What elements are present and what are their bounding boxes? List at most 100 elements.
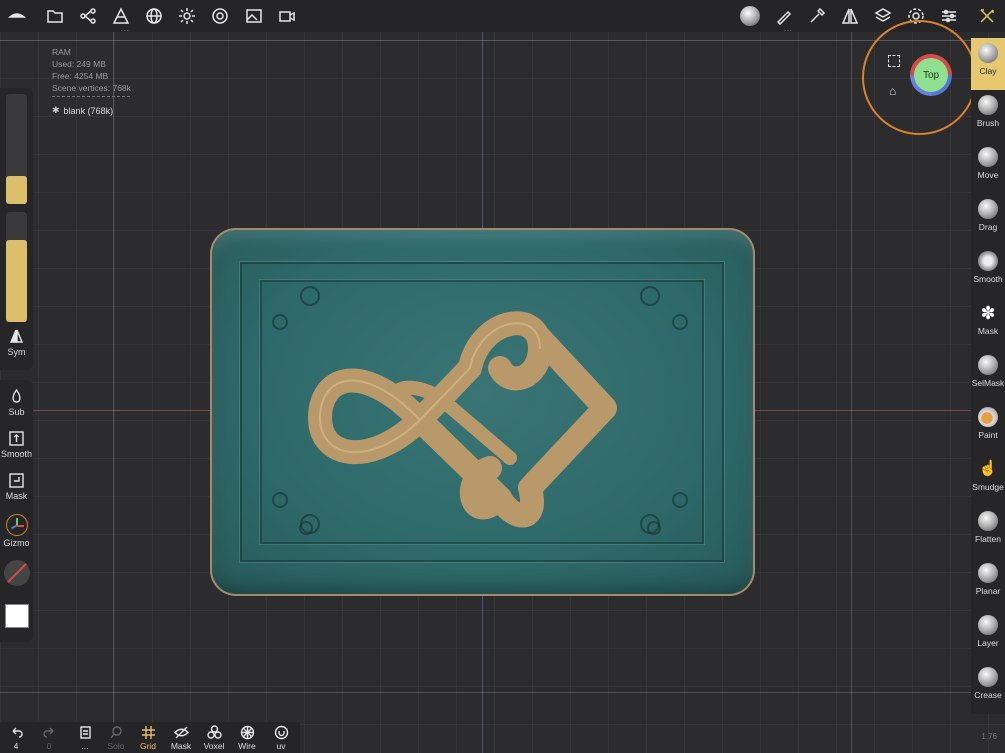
view-label: Top [922,69,940,81]
tools-icon[interactable] [976,6,998,26]
tool-label: Planar [975,586,1001,596]
mask-shortcut[interactable]: Mask [0,473,33,501]
grid-major-line [851,32,852,753]
gizmo-icon [5,514,28,536]
tool-paint[interactable]: Paint [971,402,1005,454]
tool-label: Smooth [973,274,1003,284]
redo-button[interactable]: 0 [34,725,64,751]
mask-splat-icon: ✽ [980,303,996,323]
tool-planar[interactable]: Planar [971,558,1005,610]
picker-icon[interactable] [806,6,828,26]
grid-major-line [113,32,114,753]
tool-flatten[interactable]: Flatten [971,506,1005,558]
grid-major-line [0,40,1005,41]
fullscreen-icon[interactable] [888,55,900,67]
scene-tree-icon[interactable] [77,6,99,26]
tool-label: Move [977,170,999,180]
color-swatch[interactable] [5,604,29,628]
tool-label: Mask [977,326,999,336]
crease-icon [978,667,998,687]
tool-label: Layer [977,638,999,648]
symmetry-label: Sym [7,347,26,357]
light-icon[interactable] [176,6,198,26]
selmask-icon [978,355,998,375]
more-indicator: ... [121,26,130,33]
home-icon[interactable]: ⌂ [889,84,896,98]
tool-label: SelMask [971,378,1005,388]
symmetry-icon[interactable] [839,6,861,26]
voxel-toggle[interactable]: Voxel [199,725,229,751]
tool-label: Paint [978,430,998,440]
view-cube[interactable]: Top [910,54,952,96]
smooth-label: Smooth [0,449,33,459]
intensity-slider[interactable] [6,212,27,322]
tool-selmask[interactable]: SelMask [971,350,1005,402]
tool-label: Brush [976,118,1000,128]
smooth-icon [978,251,998,271]
tool-label: Flatten [975,534,1001,544]
tool-crease[interactable]: Crease [971,662,1005,714]
tool-layer[interactable]: Layer [971,610,1005,662]
left-slider-panel: Sym [0,88,33,370]
tool-smooth[interactable]: Smooth [971,246,1005,298]
drag-icon [978,199,998,219]
paint-brush-icon[interactable] [773,6,795,26]
smooth-shortcut[interactable]: Smooth [0,431,33,459]
redo-count: 0 [46,741,52,751]
symmetry-toggle[interactable]: Sym [0,329,33,357]
sub-toggle[interactable]: Sub [0,389,33,417]
layers-icon[interactable] [872,6,894,26]
tool-drag[interactable]: Drag [971,194,1005,246]
tool-clay[interactable]: Clay [971,38,1005,90]
uv-toggle[interactable]: uv [266,725,296,751]
camera-lens-icon[interactable] [209,6,231,26]
mesh-globe-icon[interactable] [143,6,165,26]
solo-label: Solo [107,741,125,751]
scene-object-item[interactable]: ✱ blank (768k) [52,105,113,116]
video-icon[interactable] [276,6,298,26]
flatten-icon [978,511,998,531]
ram-used: Used: 249 MB [52,59,106,69]
right-tool-bar: Clay Brush Move Drag Smooth ✽ Mask SelMas… [971,38,1005,714]
more-indicator: ... [784,26,793,33]
mask-visibility-toggle[interactable]: Mask [166,725,196,751]
view-gizmo[interactable]: ⌂ Top [862,20,977,135]
sculpted-tile-model[interactable] [210,228,755,596]
gizmo-toggle[interactable]: Gizmo [0,514,33,548]
tool-label: Clay [979,66,997,76]
more-label: ... [81,741,89,751]
tool-move[interactable]: Move [971,142,1005,194]
scene-vertices: Scene vertices: 768k [52,83,131,93]
mesh-icon: ✱ [52,105,60,115]
tool-mask[interactable]: ✽ Mask [971,298,1005,350]
history-button[interactable]: ... [70,725,100,751]
radius-slider[interactable] [6,94,27,204]
tool-smudge[interactable]: ☝ Smudge [971,454,1005,506]
folder-icon[interactable] [44,6,66,26]
topology-icon[interactable] [110,6,132,26]
grid-major-line [0,692,1005,693]
grid-toggle[interactable]: Grid [133,725,163,751]
version-label: 1.76 [981,732,997,741]
ram-label: RAM [52,47,71,57]
grid-label: Grid [139,741,157,751]
tool-brush[interactable]: Brush [971,90,1005,142]
undo-count: 4 [13,741,19,751]
no-color-swatch[interactable] [4,560,30,586]
clay-icon [978,43,998,63]
material-sphere-icon[interactable] [738,6,762,26]
wire-toggle[interactable]: Wire [232,725,262,751]
top-toolbar: ... ... ... [0,0,1005,33]
memory-stats: RAM Used: 249 MB Free: 4254 MB Scene ver… [52,46,131,101]
voxel-label: Voxel [203,741,225,751]
planar-icon [978,563,998,583]
menu-icon[interactable] [6,6,28,26]
gizmo-label: Gizmo [3,538,30,548]
undo-button[interactable]: 4 [1,725,31,751]
smudge-icon: ☝ [978,460,998,477]
solo-button[interactable]: Solo [101,725,131,751]
tool-label: Crease [974,690,1002,700]
paint-icon [978,407,998,427]
image-icon[interactable] [243,6,265,26]
sliders-icon[interactable] [938,6,960,26]
